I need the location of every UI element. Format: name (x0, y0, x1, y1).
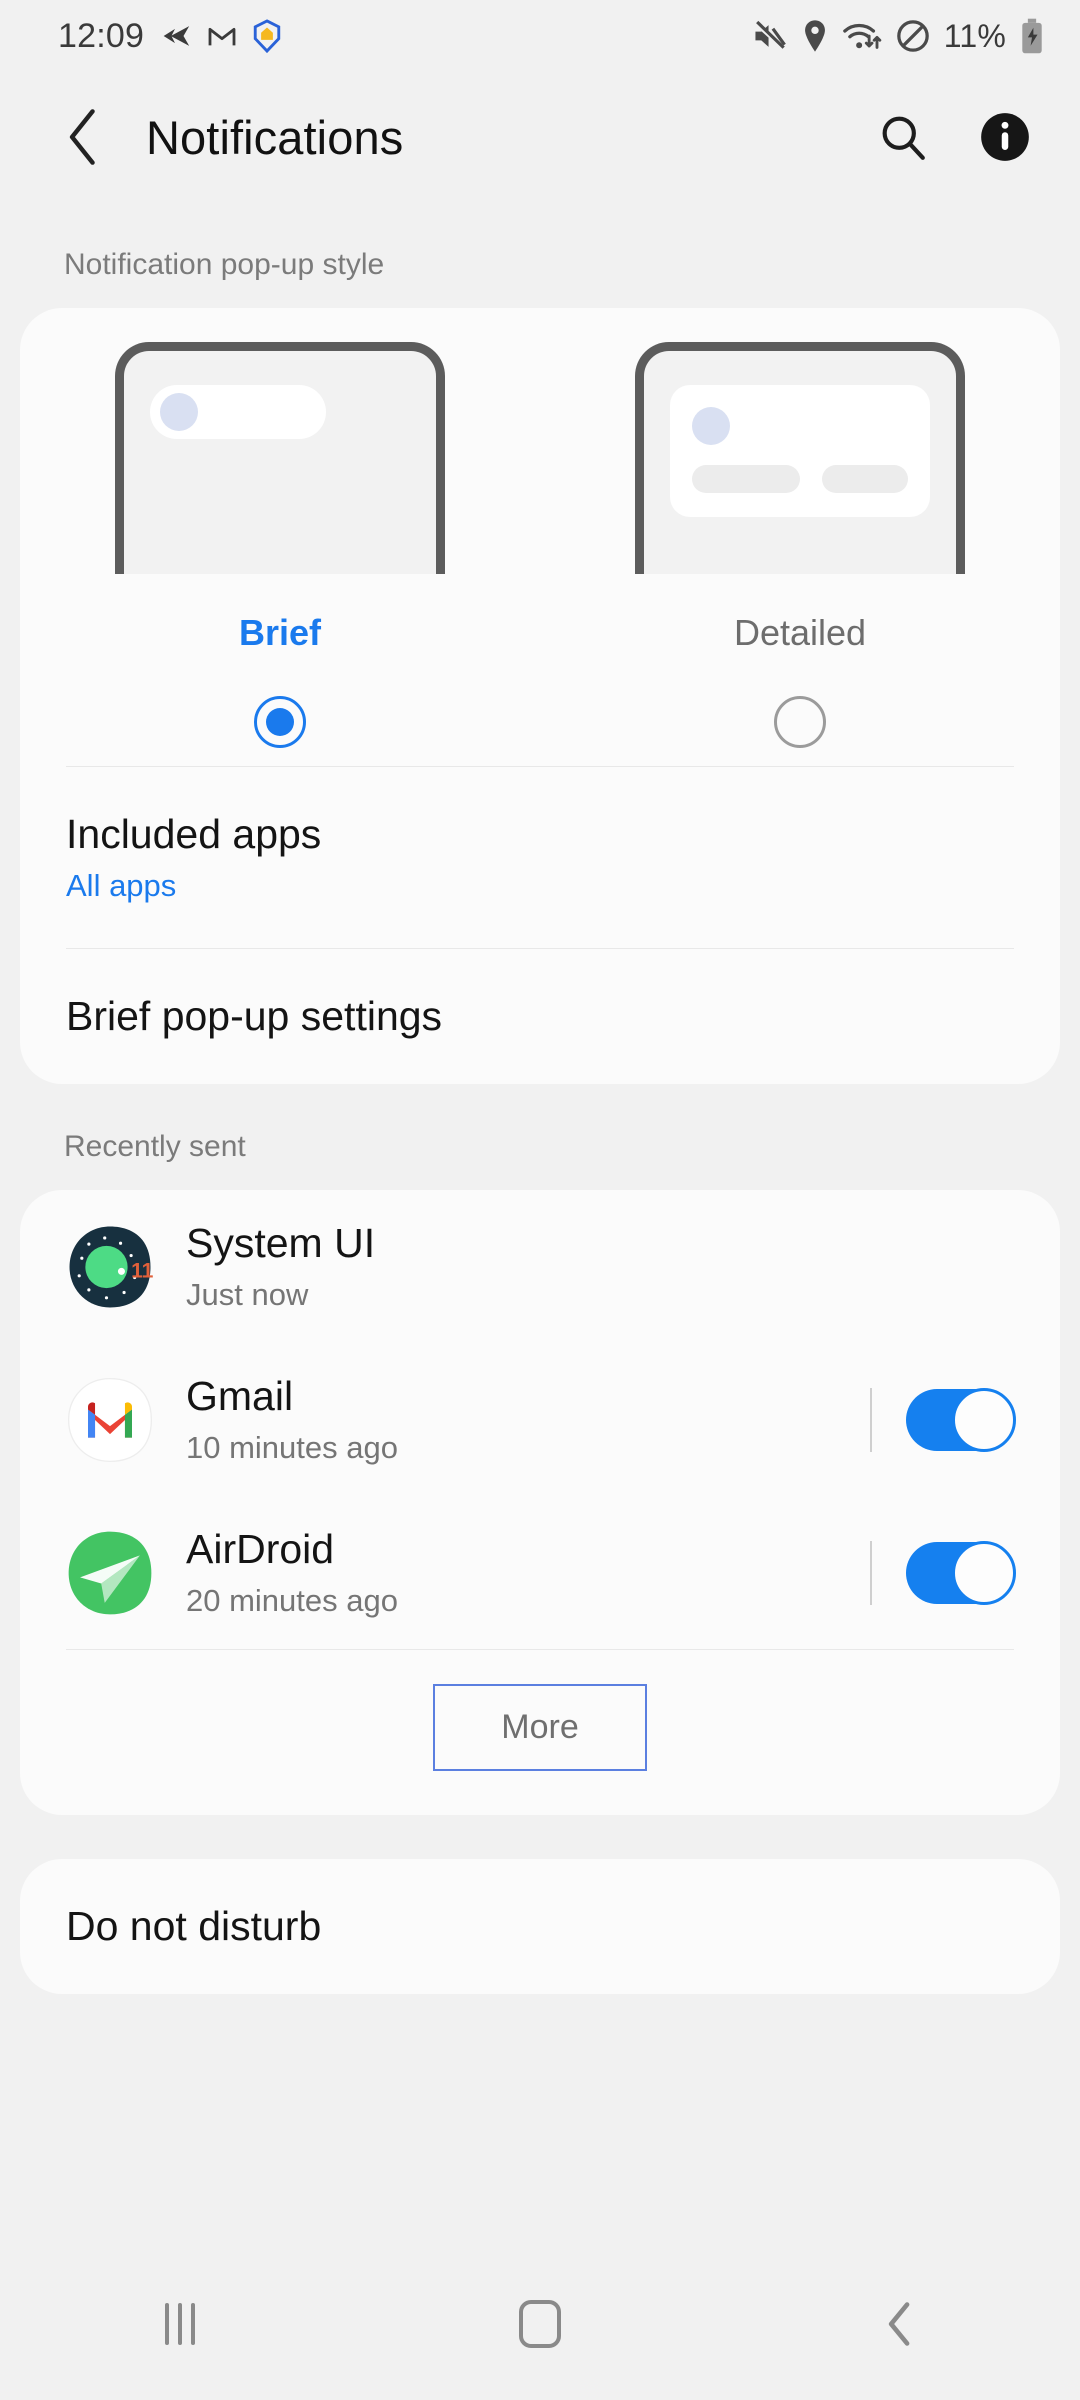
home-icon[interactable] (465, 2274, 615, 2374)
preview-avatar-dot (692, 407, 730, 445)
card-spacer (0, 1815, 1080, 1859)
app-bar-actions (874, 108, 1034, 166)
app-bar: Notifications (0, 72, 1080, 202)
gmail-notification-toggle[interactable] (906, 1387, 1016, 1452)
status-bar: 12:09 11% (0, 0, 1080, 72)
app-name: System UI (186, 1220, 376, 1266)
location-pin-icon (804, 20, 825, 52)
style-option-detailed-label: Detailed (733, 612, 867, 653)
gmail-m-icon (208, 27, 236, 46)
brief-preview-pill (150, 385, 326, 439)
status-bar-left: 12:09 (58, 17, 282, 56)
popup-style-chooser: Brief Detailed (20, 308, 1060, 766)
detailed-preview-image (635, 342, 965, 574)
search-icon[interactable] (874, 108, 932, 166)
page-title: Notifications (146, 110, 404, 164)
radio-brief-inner (266, 708, 294, 736)
list-item-text: AirDroid 20 minutes ago (186, 1526, 870, 1619)
style-option-detailed[interactable]: Detailed (540, 342, 1060, 758)
list-item-text: Gmail 10 minutes ago (186, 1373, 870, 1466)
included-apps-value: All apps (66, 868, 177, 903)
mute-icon (753, 20, 786, 51)
do-not-disturb-icon (896, 20, 929, 52)
app-time: 20 minutes ago (186, 1583, 398, 1618)
radio-brief[interactable] (254, 696, 306, 748)
airdroid-notification-toggle[interactable] (906, 1540, 1016, 1605)
status-bar-right: 11% (752, 18, 1044, 55)
more-button[interactable]: More (433, 1684, 647, 1771)
do-not-disturb-card: Do not disturb (20, 1859, 1060, 1994)
toggle-group (870, 1540, 1016, 1605)
brief-popup-settings-title: Brief pop-up settings (66, 993, 443, 1039)
home-glyph (519, 2300, 561, 2348)
do-not-disturb-row[interactable]: Do not disturb (20, 1859, 1060, 1994)
list-item[interactable]: AirDroid 20 minutes ago (20, 1496, 1060, 1649)
more-button-container: More (20, 1650, 1060, 1815)
wifi-transfer-icon (842, 23, 882, 49)
list-item[interactable]: 11 System UI Just now (20, 1190, 1060, 1343)
battery-charging-icon (1022, 18, 1042, 54)
toggle-group (870, 1387, 1016, 1452)
recently-sent-section-label: Recently sent (64, 1130, 246, 1163)
do-not-disturb-title: Do not disturb (66, 1903, 322, 1949)
popup-style-card: Brief Detailed Included apps All apps Br… (20, 308, 1060, 1084)
info-icon[interactable] (976, 108, 1034, 166)
airdroid-arrow-icon (163, 26, 190, 46)
app-name: Gmail (186, 1373, 294, 1419)
battery-percent-label: 11% (943, 17, 1006, 54)
list-item[interactable]: Gmail 10 minutes ago (20, 1343, 1060, 1496)
toggle-knob (952, 1387, 1016, 1452)
included-apps-title: Included apps (66, 811, 322, 857)
system-ui-icon: 11 (69, 1226, 154, 1307)
airdroid-icon (68, 1531, 152, 1614)
style-option-brief-label: Brief (238, 612, 322, 653)
list-item-text: System UI Just now (186, 1220, 1014, 1313)
preview-text-line (821, 465, 908, 493)
toggle-knob (952, 1540, 1016, 1605)
recents-icon[interactable] (105, 2274, 255, 2374)
back-icon[interactable] (825, 2274, 975, 2374)
shield-home-icon (253, 19, 281, 53)
detailed-preview-card (670, 385, 930, 517)
vertical-divider (870, 1387, 872, 1452)
included-apps-row[interactable]: Included apps All apps (20, 767, 1060, 948)
preview-text-line (692, 465, 800, 493)
preview-avatar-dot (160, 393, 198, 431)
recents-glyph (165, 2303, 195, 2345)
style-option-brief[interactable]: Brief (20, 342, 540, 758)
app-time: Just now (186, 1277, 309, 1312)
app-time: 10 minutes ago (186, 1430, 398, 1465)
navigation-bar (0, 2248, 1080, 2400)
back-chevron-icon[interactable] (52, 105, 116, 169)
status-bar-clock: 12:09 (58, 16, 145, 55)
popup-style-section-label: Notification pop-up style (64, 248, 385, 281)
brief-preview-image (115, 342, 445, 574)
vertical-divider (870, 1540, 872, 1605)
gmail-icon (67, 1377, 153, 1462)
radio-detailed[interactable] (774, 696, 826, 748)
app-name: AirDroid (186, 1526, 335, 1572)
recently-sent-card: 11 System UI Just now Gmail 10 minutes a… (20, 1190, 1060, 1815)
brief-popup-settings-row[interactable]: Brief pop-up settings (20, 949, 1060, 1084)
detailed-preview-lines (692, 465, 908, 493)
svg-text:11: 11 (131, 1259, 154, 1282)
